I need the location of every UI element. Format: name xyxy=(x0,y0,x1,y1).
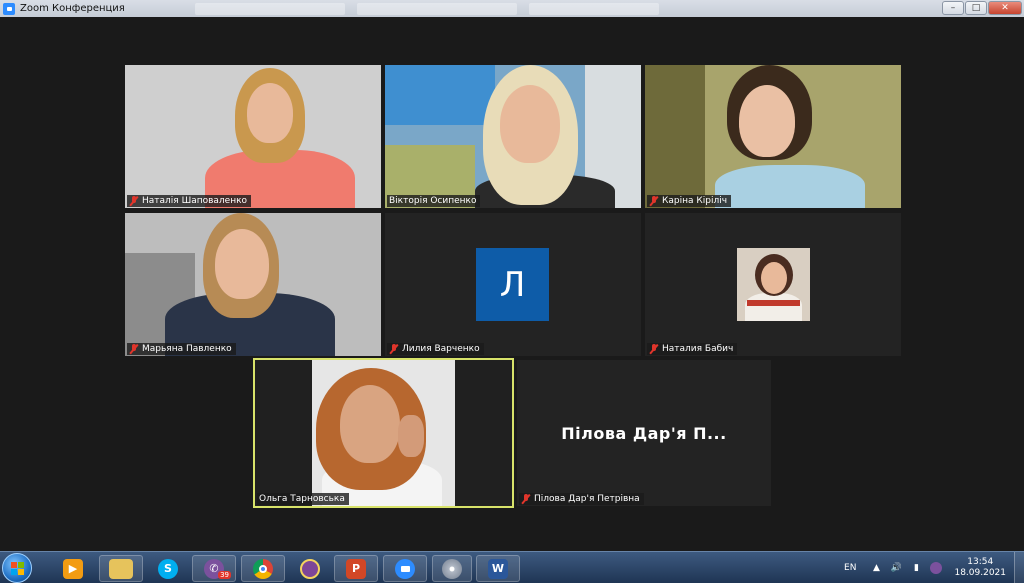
system-tray: EN ▲ 🔊 ▮ 13:54 18.09.2021 xyxy=(844,552,1024,583)
ghost-tab xyxy=(356,2,517,15)
video-tile[interactable]: Пілова Дар'я П... Пілова Дар'я Петрівна xyxy=(517,360,771,506)
windows-taskbar: ▶ S ✆ 39 P W EN ▲ 🔊 ▮ 13:54 18.09.2021 xyxy=(0,551,1024,583)
taskbar-file-explorer[interactable] xyxy=(99,555,143,582)
participant-profile-photo xyxy=(737,248,810,321)
participant-video xyxy=(125,65,381,208)
video-tile[interactable]: Вікторія Осипенко xyxy=(385,65,641,208)
video-tile[interactable]: Наталія Шаповаленко xyxy=(125,65,381,208)
system-clock[interactable]: 13:54 18.09.2021 xyxy=(954,557,1006,579)
taskbar-powerpoint[interactable]: P xyxy=(334,555,378,582)
participant-name-tag: Каріна Кіріліч xyxy=(647,195,732,207)
zoom-app-icon xyxy=(3,2,15,15)
taskbar-zoom[interactable] xyxy=(383,555,427,582)
participant-name: Наталия Бабич xyxy=(662,344,734,354)
participant-name-tag: Лилия Варченко xyxy=(387,343,484,355)
close-button[interactable]: ✕ xyxy=(988,1,1022,15)
participant-name-tag: Наталія Шаповаленко xyxy=(127,195,252,207)
title-bar: Zoom Конференция – □ ✕ xyxy=(0,0,1024,17)
participant-name: Лилия Варченко xyxy=(402,344,480,354)
taskbar-skype[interactable]: S xyxy=(150,555,186,582)
taskbar-chrome[interactable] xyxy=(241,555,285,582)
maximize-button[interactable]: □ xyxy=(965,1,987,15)
ghost-tab xyxy=(194,2,345,15)
skype-icon: S xyxy=(158,558,178,579)
video-background-shadow xyxy=(645,65,705,208)
video-tile[interactable]: Каріна Кіріліч xyxy=(645,65,901,208)
mic-muted-icon xyxy=(389,344,399,354)
video-face xyxy=(739,85,795,157)
chrome-icon xyxy=(253,558,273,579)
taskbar-viber[interactable]: ✆ 39 xyxy=(192,555,236,582)
video-tile[interactable]: Марьяна Павленко xyxy=(125,213,381,356)
mic-muted-icon xyxy=(129,344,139,354)
participant-video xyxy=(385,65,641,208)
video-hand xyxy=(398,415,424,457)
ghost-tab xyxy=(528,2,659,15)
viber-tray-icon[interactable] xyxy=(930,561,943,574)
participant-name: Марьяна Павленко xyxy=(142,344,232,354)
taskbar-disc[interactable] xyxy=(432,555,472,582)
mic-muted-icon xyxy=(129,196,139,206)
participant-name-tag: Пілова Дар'я Петрівна xyxy=(519,493,644,505)
participant-avatar: Л xyxy=(476,248,549,321)
participant-name-tag: Наталия Бабич xyxy=(647,343,738,355)
language-indicator[interactable]: EN xyxy=(844,563,856,573)
mic-muted-icon xyxy=(649,344,659,354)
video-tile-active-speaker[interactable]: Ольга Тарновська xyxy=(253,358,514,508)
participant-name: Вікторія Осипенко xyxy=(389,196,477,206)
clock-date: 18.09.2021 xyxy=(954,567,1006,578)
notification-badge: 39 xyxy=(218,571,231,579)
video-tile[interactable]: Л Лилия Варченко xyxy=(385,213,641,356)
photo-embroidery xyxy=(747,300,800,306)
participant-name: Пілова Дар'я Петрівна xyxy=(534,494,640,504)
show-hidden-icons-icon[interactable]: ▲ xyxy=(870,562,882,574)
video-tile[interactable]: Наталия Бабич xyxy=(645,213,901,356)
show-desktop-button[interactable] xyxy=(1014,552,1024,583)
taskbar-word[interactable]: W xyxy=(476,555,520,582)
participant-name-tag: Ольга Тарновська xyxy=(257,493,349,505)
clock-time: 13:54 xyxy=(967,556,994,567)
video-background-map xyxy=(385,65,495,125)
photo-face xyxy=(761,262,787,294)
zoom-window: Zoom Конференция – □ ✕ Наталія Шаповален… xyxy=(0,0,1024,583)
participant-video xyxy=(125,213,381,356)
word-icon: W xyxy=(488,558,508,579)
window-controls: – □ ✕ xyxy=(942,1,1022,15)
start-button[interactable] xyxy=(2,553,32,583)
taskbar-media-player[interactable]: ▶ xyxy=(56,555,90,582)
disc-icon xyxy=(442,558,462,579)
photo-body xyxy=(745,293,802,321)
video-face xyxy=(215,229,269,299)
video-face xyxy=(500,85,560,163)
participant-video xyxy=(645,65,901,208)
window-title: Zoom Конференция xyxy=(20,3,125,14)
participant-name: Каріна Кіріліч xyxy=(662,196,728,206)
powerpoint-icon: P xyxy=(346,558,366,579)
volume-icon[interactable]: 🔊 xyxy=(890,562,902,574)
avatar-letter: Л xyxy=(499,264,526,305)
tor-browser-icon xyxy=(300,558,320,579)
file-explorer-icon xyxy=(109,558,133,579)
mic-muted-icon xyxy=(649,196,659,206)
background-tabs xyxy=(194,2,659,15)
zoom-icon xyxy=(395,558,415,579)
participant-name-tag: Марьяна Павленко xyxy=(127,343,236,355)
minimize-button[interactable]: – xyxy=(942,1,964,15)
video-face xyxy=(247,83,293,143)
video-face xyxy=(340,385,400,463)
taskbar-tor-browser[interactable] xyxy=(292,555,328,582)
windows-logo-icon xyxy=(11,562,24,575)
participant-name-tag: Вікторія Осипенко xyxy=(387,195,481,207)
video-body xyxy=(715,165,865,208)
media-player-icon: ▶ xyxy=(63,558,83,579)
participant-name: Наталія Шаповаленко xyxy=(142,196,248,206)
participant-video xyxy=(312,360,455,506)
network-signal-icon[interactable]: ▮ xyxy=(910,562,922,574)
mic-muted-icon xyxy=(521,494,531,504)
participant-name: Ольга Тарновська xyxy=(259,494,345,504)
participant-display-name: Пілова Дар'я П... xyxy=(561,424,727,443)
